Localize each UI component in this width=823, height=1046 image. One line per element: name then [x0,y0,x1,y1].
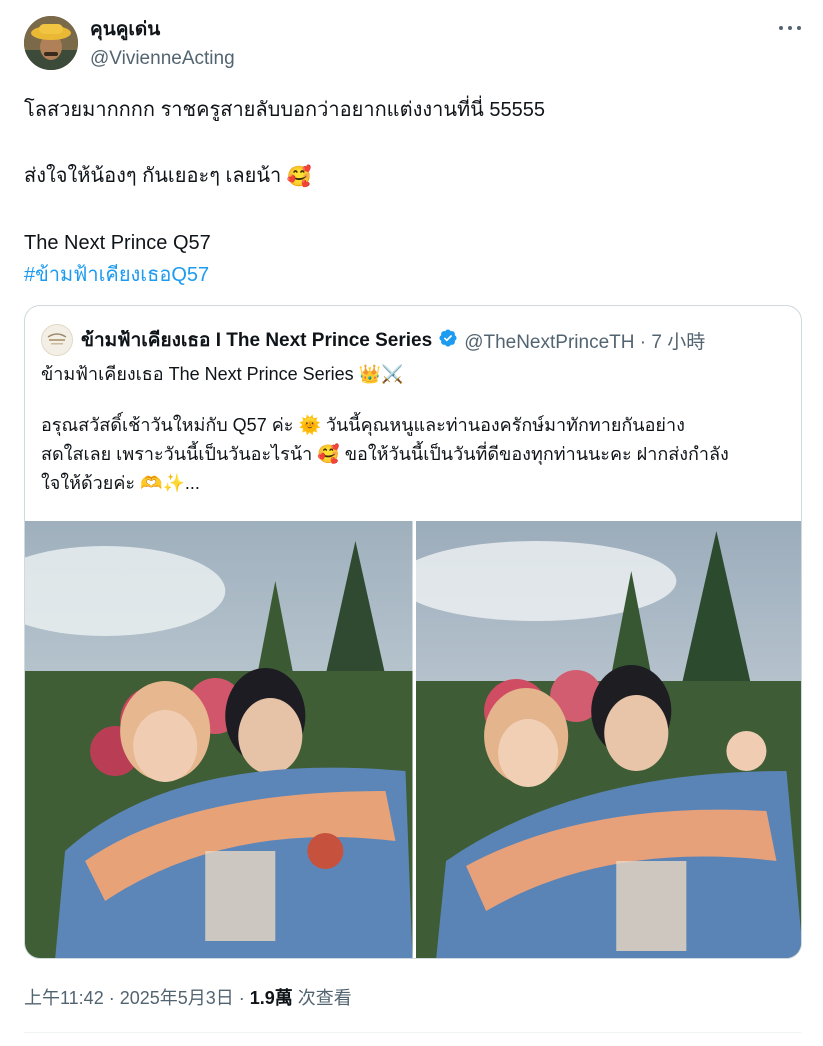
quoted-line-1: ข้ามฟ้าเคียงเธอ The Next Prince Series 👑… [41,360,791,389]
quoted-line-2b: วันนี้คุณหนูและท่านองครักษ์มาทักทายกันอย… [325,415,685,435]
quoted-handle-time[interactable]: @TheNextPrinceTH · 7 小時 [464,327,705,354]
smiling-hearts-emoji-icon: 🥰 [317,444,340,464]
quoted-line-4a: ใจให้ด้วยค่ะ [41,473,136,493]
quoted-tweet-header: ข้ามฟ้าเคียงเธอ I The Next Prince Series… [41,324,705,356]
hashtag-link[interactable]: #ข้ามฟ้าเคียงเธอQ57 [24,259,804,291]
tweet-line-3: The Next Prince Q57 [24,231,211,254]
divider [24,1032,801,1033]
views-label: 次查看 [292,988,352,1008]
author-info: คุนคูเด่น @VivienneActing [90,18,235,72]
author-avatar[interactable] [24,16,78,70]
views-count: 1.9萬 [249,988,293,1008]
quoted-line-2: อรุณสวัสดิ์เช้าวันใหม่กับ Q57 ค่ะ 🌞 วันน… [41,411,791,440]
quoted-media [25,521,801,958]
quoted-line-3: สดใสเลย เพราะวันนี้เป็นวันอะไรน้า 🥰 ขอให… [41,440,791,469]
quoted-line-1-text: ข้ามฟ้าเคียงเธอ The Next Prince Series [41,364,354,384]
photo-2-image [415,521,801,958]
quoted-line-3a: สดใสเลย เพราะวันนี้เป็นวันอะไรน้า [41,444,313,464]
photo-2[interactable] [415,521,801,958]
smiling-hearts-emoji-icon: 🥰 [286,165,312,188]
tweet-timestamp[interactable]: 上午11:42 · 2025年5月3日 · [24,988,250,1008]
quoted-tweet[interactable]: ข้ามฟ้าเคียงเธอ I The Next Prince Series… [24,305,802,959]
sun-emoji-icon: 🌞 [298,415,321,435]
tweet-line-1: โลสวยมากกกก ราชครูสายลับบอกว่าอยากแต่งงา… [24,99,546,121]
heart-hands-sparkles-emoji-icon: 🫶✨ [140,473,185,493]
tweet-line-2-text: ส่งใจให้น้องๆ กันเยอะๆ เลยน้า [24,165,282,187]
author-handle[interactable]: @VivienneActing [90,46,235,72]
quoted-line-3b: ขอให้วันนี้เป็นวันที่ดีของทุกท่านนะคะ ฝา… [344,444,729,464]
quoted-display-name[interactable]: ข้ามฟ้าเคียงเธอ I The Next Prince Series [81,325,432,355]
author-display-name[interactable]: คุนคูเด่น [90,18,235,42]
quoted-line-4: ใจให้ด้วยค่ะ 🫶✨... [41,469,791,498]
tweet-line-2: ส่งใจให้น้องๆ กันเยอะๆ เลยน้า 🥰 [24,160,804,193]
more-icon[interactable] [779,20,801,36]
quoted-line-2a: อรุณสวัสดิ์เช้าวันใหม่กับ Q57 ค่ะ [41,415,294,435]
tweet-meta: 上午11:42 · 2025年5月3日 · 1.9萬 次查看 [24,984,352,1010]
quoted-text: ข้ามฟ้าเคียงเธอ The Next Prince Series 👑… [41,360,791,498]
crown-swords-emoji-icon: 👑⚔️ [358,364,404,384]
photo-1-image [25,521,413,958]
tweet-text: โลสวยมากกกก ราชครูสายลับบอกว่าอยากแต่งงา… [24,94,804,291]
quoted-avatar[interactable] [41,324,73,356]
avatar-image [24,16,78,70]
quoted-logo-icon [47,333,67,345]
quoted-line-4b: ... [184,473,200,493]
tweet: คุนคูเด่น @VivienneActing โลสวยมากกกก รา… [0,0,823,1046]
verified-badge-icon [438,328,458,353]
photo-1[interactable] [25,521,413,958]
